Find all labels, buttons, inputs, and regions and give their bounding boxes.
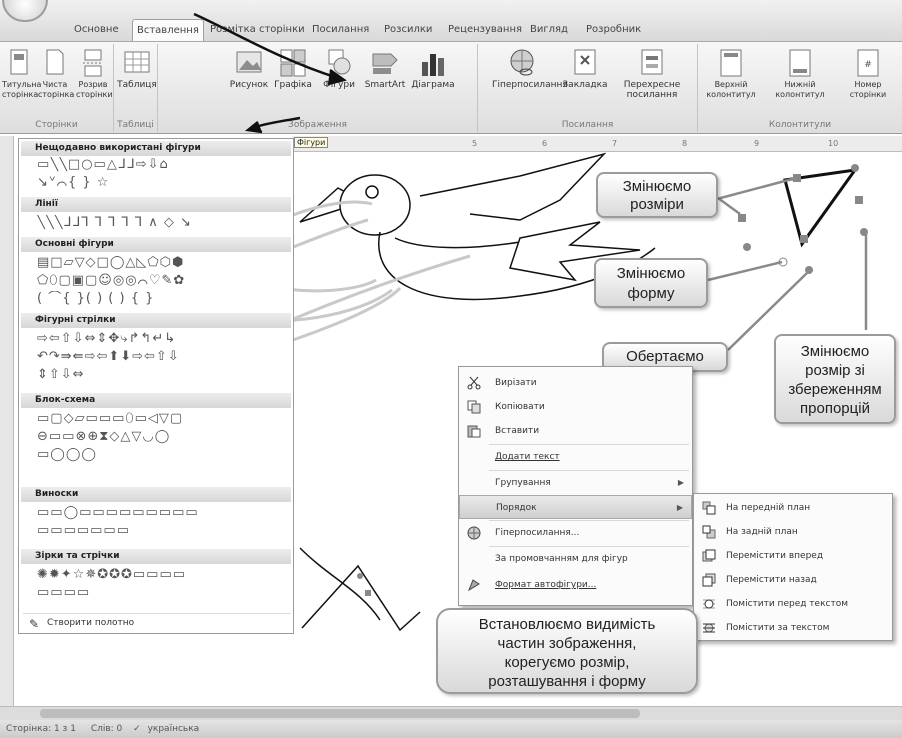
- section-stars-banners: Зірки та стрічки: [21, 549, 291, 564]
- section-lines: Лінії: [21, 197, 291, 212]
- shape-row[interactable]: ▭▭▭▭: [37, 585, 295, 601]
- menu-item-label: Копіювати: [495, 402, 545, 412]
- bring-to-front-icon: [702, 501, 716, 515]
- section-flowchart: Блок-схема: [21, 393, 291, 408]
- send-backward-icon: [702, 573, 716, 587]
- menu-item-label: Додати текст: [495, 452, 560, 462]
- copy-icon: [467, 400, 481, 414]
- menu-item-grouping[interactable]: Групування ▶: [459, 471, 692, 495]
- menu-item-label: За промовчанням для фігур: [495, 554, 628, 564]
- menu-item-copy[interactable]: Копіювати: [459, 395, 692, 419]
- shape-row[interactable]: ▭▭◯▭▭▭▭▭▭▭▭▭: [37, 505, 295, 521]
- menu-item-cut[interactable]: Вирізати: [459, 371, 692, 395]
- menu-item-label: Вирізати: [495, 378, 537, 388]
- shape-row[interactable]: ▤□▱▽◇□◯△◺⬠⬡⬢: [37, 255, 295, 271]
- shapes-gallery[interactable]: Нещодавно використані фігури ▭╲╲□○▭△ᒧᒧ⇨⇩…: [18, 138, 294, 634]
- menu-item-label: Порядок: [496, 503, 537, 513]
- menu-item-label: Вставити: [495, 426, 540, 436]
- submenu-label: Перемістити вперед: [726, 551, 824, 561]
- section-callouts: Виноски: [21, 487, 291, 502]
- shape-row[interactable]: ▭▭▭▭▭▭▭: [37, 523, 295, 539]
- menu-item-label: Групування: [495, 478, 551, 488]
- menu-item-label: Гіперпосилання...: [495, 528, 580, 538]
- menu-item-format-autoshape[interactable]: Формат автофігури...: [459, 573, 692, 597]
- submenu-label: На передній план: [726, 503, 811, 513]
- status-bar: Сторінка: 1 з 1 Слів: 0 ✓ українська: [0, 720, 902, 738]
- menu-item-hyperlink[interactable]: Гіперпосилання...: [459, 521, 692, 545]
- submenu-in-front-of-text[interactable]: Помістити перед текстом: [694, 592, 892, 616]
- send-to-back-icon: [702, 525, 716, 539]
- submenu-bring-forward[interactable]: Перемістити вперед: [694, 544, 892, 568]
- hyperlink-icon: [467, 526, 481, 540]
- shape-row[interactable]: ▭▢◇▱▭▭▭⬯▭◁▽▢: [37, 411, 295, 427]
- new-canvas-label: Створити полотно: [47, 618, 135, 628]
- shape-row[interactable]: ▭◯◯◯: [37, 447, 295, 463]
- submenu-send-backward[interactable]: Перемістити назад: [694, 568, 892, 592]
- horizontal-scrollbar[interactable]: [0, 706, 902, 720]
- shape-row[interactable]: ✺✹✦☆✵✪✪✪▭▭▭▭: [37, 567, 295, 583]
- callout-reshape: Змінюємо форму: [594, 258, 708, 308]
- submenu-label: Перемістити назад: [726, 575, 817, 585]
- shape-row[interactable]: ( ⌒{ }( ) ( ) { }: [37, 291, 295, 307]
- canvas-icon: ✎: [29, 617, 40, 631]
- submenu-label: Помістити за текстом: [726, 623, 830, 633]
- shape-row[interactable]: ⇨⇦⇧⇩⇔⇕✥⤷↱↰↵↳: [37, 331, 295, 347]
- behind-text-icon: [703, 623, 715, 633]
- shape-row[interactable]: ▭╲╲□○▭△ᒧᒧ⇨⇩⌂: [37, 157, 295, 173]
- shape-row[interactable]: ⊖▭▭⊗⊕⧗◇△▽◡◯: [37, 429, 295, 445]
- status-words: Слів: 0: [90, 724, 123, 734]
- callout-visibility: Встановлюємо видимість частин зображення…: [436, 608, 698, 694]
- new-canvas-button[interactable]: ✎ Створити полотно: [23, 613, 291, 631]
- scissors-icon: [467, 376, 481, 390]
- section-block-arrows: Фігурні стрілки: [21, 313, 291, 328]
- submenu-behind-text[interactable]: Помістити за текстом: [694, 616, 892, 640]
- context-menu[interactable]: Вирізати Копіювати Вставити Додати текст…: [458, 366, 693, 606]
- status-language[interactable]: українська: [148, 724, 200, 734]
- submenu-label: На задній план: [726, 527, 798, 537]
- submenu-label: Помістити перед текстом: [726, 599, 849, 609]
- menu-item-label: Формат автофігури...: [495, 580, 597, 590]
- menu-item-paste[interactable]: Вставити: [459, 419, 692, 443]
- instruction-arrows: [193, 12, 347, 134]
- submenu-arrow-icon: ▶: [676, 503, 683, 512]
- shape-row[interactable]: ╲╲╲ᒧᒧ⅂ ⅂ ⅂ ⅂ ⅂ ∧ ◇ ↘: [37, 215, 295, 231]
- shape-row[interactable]: ⇕⇧⇩⇔: [37, 367, 295, 383]
- submenu-arrow-icon: ▶: [677, 478, 684, 487]
- spellcheck-icon[interactable]: ✓: [133, 724, 141, 734]
- bring-forward-icon: [702, 549, 716, 562]
- format-icon: [467, 579, 480, 592]
- submenu-bring-to-front[interactable]: На передній план: [694, 496, 892, 520]
- shape-row[interactable]: ↶↷⇛⇚⇨⇦⬆⬇⇨⇦⇧⇩: [37, 349, 295, 365]
- menu-item-order[interactable]: Порядок ▶: [459, 495, 692, 519]
- order-submenu[interactable]: На передній план На задній план Переміст…: [693, 493, 893, 641]
- submenu-send-to-back[interactable]: На задній план: [694, 520, 892, 544]
- scrollbar-thumb[interactable]: [40, 709, 640, 718]
- in-front-of-text-icon: [703, 599, 715, 609]
- callout-proportional-resize: Змінюємо розмір зі збереженням пропорцій: [774, 334, 896, 424]
- section-basic-shapes: Основні фігури: [21, 237, 291, 252]
- status-page: Сторінка: 1 з 1: [6, 724, 76, 734]
- section-recent-shapes: Нещодавно використані фігури: [21, 141, 291, 156]
- shape-row[interactable]: ⬠⬯▢▣▢☺◎◎⌒♡✎✿: [37, 273, 295, 289]
- menu-item-set-default[interactable]: За промовчанням для фігур: [459, 547, 692, 571]
- paste-icon: [467, 425, 481, 438]
- callout-resize: Змінюємо розміри: [596, 172, 718, 218]
- menu-item-add-text[interactable]: Додати текст: [459, 445, 692, 469]
- shape-row[interactable]: ↘ᘁ⌒{ } ☆: [37, 175, 295, 191]
